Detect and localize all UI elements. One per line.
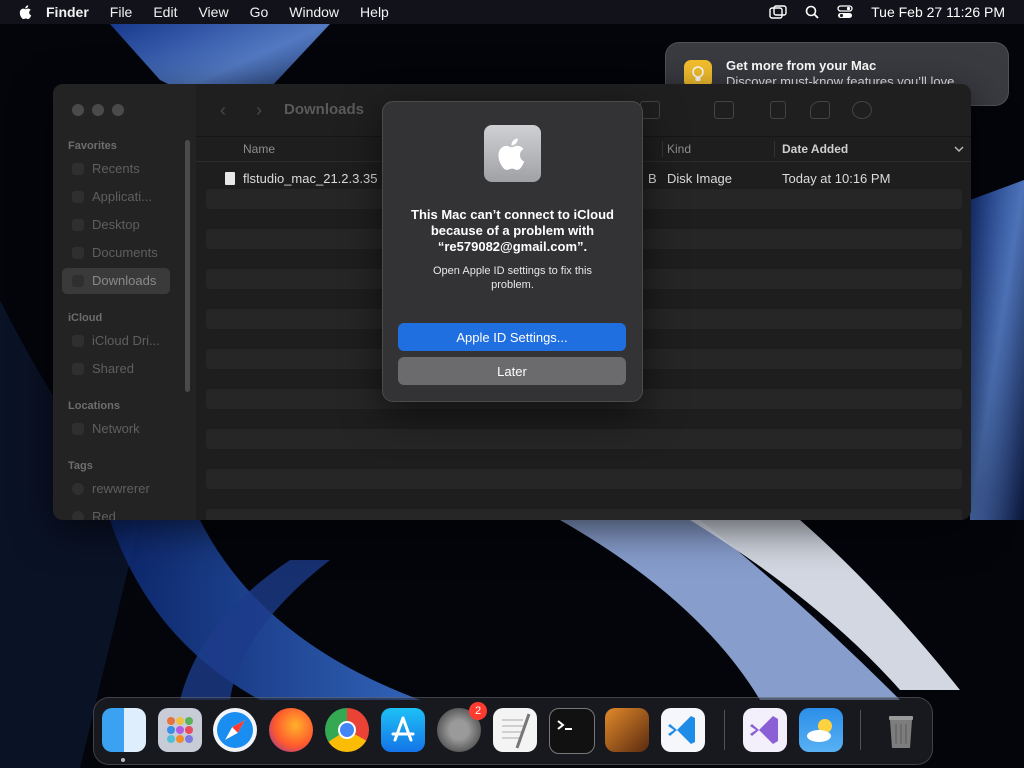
garageband-icon[interactable] [605,708,649,752]
apple-logo-icon [484,125,541,182]
column-date-added[interactable]: Date Added [782,142,848,156]
dialog-title: This Mac can’t connect to iCloud because… [411,207,614,254]
control-center-icon[interactable] [837,5,853,19]
tag-icon[interactable] [810,101,830,119]
file-date-added: Today at 10:16 PM [782,171,891,186]
applications-icon [72,191,84,203]
menu-bar-clock[interactable]: Tue Feb 27 11:26 PM [871,4,1005,20]
menu-window[interactable]: Window [289,4,339,20]
vscode-icon[interactable] [661,708,705,752]
later-button[interactable]: Later [398,357,626,385]
sidebar-header-locations: Locations [68,400,120,412]
network-icon [72,423,84,435]
terminal-icon[interactable] [549,708,595,754]
sidebar-item-downloads[interactable]: Downloads [62,268,170,294]
list-row-empty [206,509,962,520]
icloud-alert-dialog: This Mac can’t connect to iCloud because… [382,101,643,402]
menu-file[interactable]: File [110,4,133,20]
tag-dot-icon [72,511,84,520]
list-row-empty [206,429,962,449]
dialog-message: Open Apple ID settings to fix this probl… [433,265,592,291]
dock-separator [724,710,725,750]
running-indicator [121,758,125,762]
column-kind[interactable]: Kind [667,142,691,156]
sidebar-item-tag-rewwrerer[interactable]: rewwrerer [62,476,170,502]
menu-go[interactable]: Go [250,4,269,20]
file-kind: Disk Image [667,171,733,186]
menu-view[interactable]: View [198,4,228,20]
list-row-empty [206,469,962,489]
screen-mirroring-icon[interactable] [769,5,787,19]
sidebar-item-tag-red[interactable]: Red [62,504,170,520]
sidebar-header-tags: Tags [68,460,93,472]
file-size: B [648,171,657,186]
textedit-icon[interactable] [493,708,537,752]
trash-icon[interactable] [879,708,923,752]
sidebar-item-shared[interactable]: Shared [62,356,170,382]
finder-icon[interactable] [102,708,146,752]
app-store-icon[interactable] [381,708,425,752]
firefox-icon[interactable] [269,708,313,752]
dock: 2 [93,697,933,765]
chrome-icon[interactable] [325,708,369,752]
recents-icon [72,163,84,175]
downloads-icon [72,275,84,287]
menu-app-name[interactable]: Finder [46,4,89,20]
menu-bar: Finder File Edit View Go Window Help Tue… [0,0,1024,24]
menu-edit[interactable]: Edit [153,4,177,20]
column-separator [774,141,775,157]
sidebar-header-icloud: iCloud [68,312,103,324]
sidebar-item-desktop[interactable]: Desktop [62,212,170,238]
finder-sidebar: Favorites Recents Applicati... Desktop D… [53,84,196,520]
weather-icon[interactable] [799,708,843,752]
safari-icon[interactable] [213,708,257,752]
minimize-window-button[interactable] [92,104,104,116]
sidebar-item-recents[interactable]: Recents [62,156,170,182]
launchpad-icon[interactable] [158,708,202,752]
tag-dot-icon [72,483,84,495]
sidebar-item-applications[interactable]: Applicati... [62,184,170,210]
column-separator [662,141,663,157]
menu-help[interactable]: Help [360,4,389,20]
sidebar-item-documents[interactable]: Documents [62,240,170,266]
apple-menu-icon[interactable] [18,4,32,20]
shared-folder-icon [72,363,84,375]
sidebar-header-favorites: Favorites [68,140,117,152]
sidebar-scrollbar[interactable] [185,140,190,392]
dock-separator [860,710,861,750]
more-actions-icon[interactable] [852,101,872,119]
share-icon[interactable] [770,101,786,119]
search-icon[interactable] [805,5,819,19]
visual-studio-icon[interactable] [743,708,787,752]
back-button[interactable]: ‹ [220,100,226,121]
icloud-icon [72,335,84,347]
zoom-window-button[interactable] [112,104,124,116]
file-name: flstudio_mac_21.2.3.35 [243,171,378,186]
window-title: Downloads [284,101,365,118]
view-options-icon[interactable] [640,101,660,119]
desktop-icon [72,219,84,231]
forward-button[interactable]: › [256,100,262,121]
group-icon[interactable] [714,101,734,119]
notification-title: Get more from your Mac [726,58,877,73]
notification-badge: 2 [469,702,487,720]
close-window-button[interactable] [72,104,84,116]
documents-icon [72,247,84,259]
disk-image-file-icon [225,172,235,185]
chevron-down-icon[interactable] [954,145,964,153]
column-name[interactable]: Name [243,142,275,156]
apple-id-settings-button[interactable]: Apple ID Settings... [398,323,626,351]
sidebar-item-network[interactable]: Network [62,416,170,442]
sidebar-item-icloud-drive[interactable]: iCloud Dri... [62,328,170,354]
